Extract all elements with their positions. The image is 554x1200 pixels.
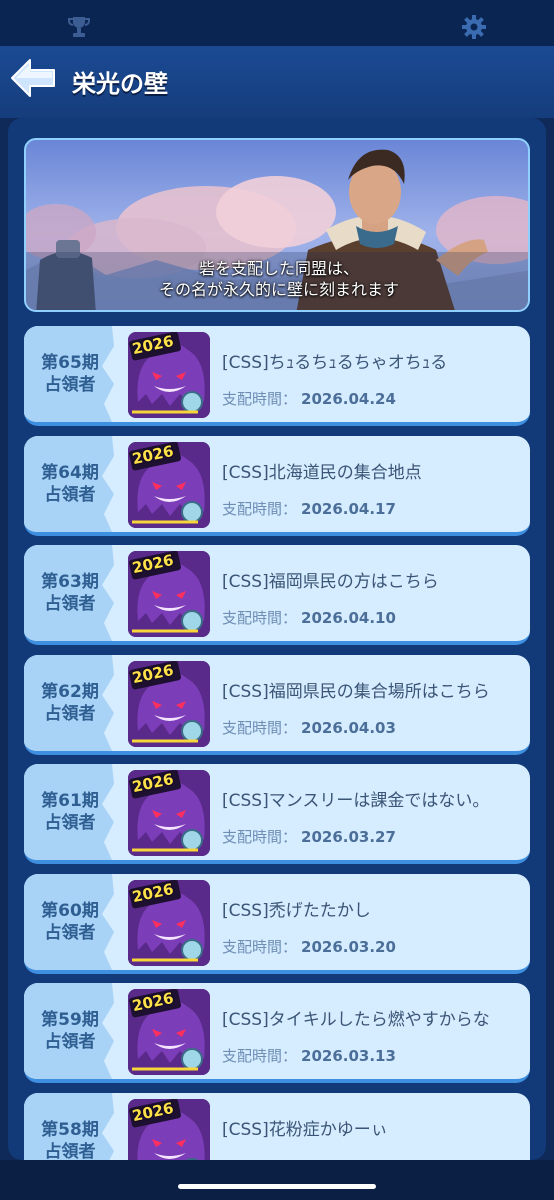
alliance-emblem: 2026 bbox=[128, 441, 210, 528]
period-label: 第60期 占領者 bbox=[30, 900, 110, 944]
page-title: 栄光の壁 bbox=[72, 70, 168, 98]
period-number: 第62期 bbox=[41, 681, 99, 702]
domination-time: 支配時間： 2026.04.24 bbox=[222, 388, 396, 409]
period-tab: 第65期 占領者 bbox=[24, 326, 120, 422]
occupier-card[interactable]: 第61期 占領者 2026 [CSS]マンスリーは課金ではない。 支配時間： 20… bbox=[24, 764, 530, 864]
alliance-name: [CSS]ちｭるちｭるちゃオちｭる bbox=[222, 353, 448, 373]
gear-icon[interactable] bbox=[461, 14, 487, 40]
period-role: 占領者 bbox=[44, 813, 96, 833]
period-tab: 第64期 占領者 bbox=[24, 435, 120, 532]
domination-time: 支配時間： 2026.04.10 bbox=[222, 607, 396, 628]
header: 栄光の壁 bbox=[0, 46, 554, 118]
period-role: 占領者 bbox=[44, 594, 96, 614]
period-tab: 第59期 占領者 bbox=[24, 983, 120, 1079]
occupier-card[interactable]: 第59期 占領者 2026 [CSS]タイキルしたら燃やすからな 支配時間： 20… bbox=[24, 983, 530, 1083]
period-label: 第58期 占領者 bbox=[30, 1119, 110, 1161]
domination-time: 支配時間： 2026.03.20 bbox=[222, 936, 396, 957]
period-tab: 第60期 占領者 bbox=[24, 873, 120, 970]
alliance-name: [CSS]マンスリーは課金ではない。 bbox=[222, 791, 490, 811]
alliance-emblem: 2026 bbox=[128, 660, 210, 747]
alliance-name: [CSS]福岡県民の方はこちら bbox=[222, 572, 439, 592]
occupier-card[interactable]: 第64期 占領者 2026 [CSS]北海道民の集合地点 支配時間： 2026.0… bbox=[24, 435, 530, 536]
domination-label: 支配時間： bbox=[222, 1047, 298, 1065]
wall-of-glory-panel[interactable]: 砦を支配した同盟は、 その名が永久的に壁に刻まれます 第65期 占領者 2026… bbox=[8, 118, 546, 1160]
alliance-name: [CSS]福岡県民の集合場所はこちら bbox=[222, 681, 490, 702]
period-number: 第64期 bbox=[41, 462, 99, 483]
period-label: 第61期 占領者 bbox=[30, 790, 110, 834]
period-tab: 第62期 占領者 bbox=[24, 654, 120, 751]
alliance-emblem: 2026 bbox=[128, 770, 210, 856]
period-tab: 第58期 占領者 bbox=[24, 1092, 120, 1161]
domination-date: 2026.03.13 bbox=[301, 1047, 396, 1065]
alliance-emblem: 2026 bbox=[128, 989, 210, 1075]
alliance-name: [CSS]北海道民の集合地点 bbox=[222, 462, 422, 483]
occupier-card[interactable]: 第60期 占領者 2026 [CSS]禿げたたかし 支配時間： 2026.03.2… bbox=[24, 873, 530, 974]
period-role: 占領者 bbox=[44, 703, 96, 724]
domination-time: 支配時間： 2026.03.27 bbox=[222, 826, 396, 847]
domination-label: 支配時間： bbox=[222, 609, 298, 627]
period-number: 第58期 bbox=[41, 1119, 99, 1140]
top-bar bbox=[0, 0, 554, 46]
alliance-emblem: 2026 bbox=[128, 551, 210, 637]
alliance-emblem: 2026 bbox=[128, 879, 210, 966]
period-number: 第63期 bbox=[41, 572, 99, 592]
domination-date: 2026.04.10 bbox=[301, 609, 396, 627]
domination-label: 支配時間： bbox=[222, 828, 298, 846]
banner-line-1: 砦を支配した同盟は、 bbox=[198, 259, 359, 278]
period-role: 占領者 bbox=[44, 922, 96, 943]
bottom-bar bbox=[0, 1160, 554, 1200]
occupier-card[interactable]: 第62期 占領者 2026 [CSS]福岡県民の集合場所はこちら 支配時間： 20… bbox=[24, 654, 530, 755]
domination-time: 支配時間： 2026.04.17 bbox=[222, 498, 396, 519]
period-label: 第59期 占領者 bbox=[30, 1009, 110, 1053]
alliance-emblem: 2026 bbox=[128, 1098, 210, 1160]
period-label: 第62期 占領者 bbox=[30, 681, 110, 725]
period-number: 第60期 bbox=[41, 900, 99, 921]
domination-time: 支配時間： 2026.03.13 bbox=[222, 1045, 396, 1066]
domination-date: 2026.04.17 bbox=[301, 499, 396, 518]
domination-date: 2026.03.20 bbox=[301, 937, 396, 956]
occupier-card[interactable]: 第58期 占領者 2026 [CSS]花粉症かゆーぃ bbox=[24, 1092, 530, 1161]
period-label: 第65期 占領者 bbox=[30, 352, 110, 396]
period-number: 第65期 bbox=[41, 353, 99, 373]
alliance-name: [CSS]タイキルしたら燃やすからな bbox=[222, 1010, 490, 1030]
domination-date: 2026.04.24 bbox=[301, 390, 396, 408]
domination-label: 支配時間： bbox=[222, 718, 298, 737]
period-tab: 第63期 占領者 bbox=[24, 545, 120, 641]
period-label: 第64期 占領者 bbox=[30, 462, 110, 506]
period-role: 占領者 bbox=[44, 375, 96, 395]
alliance-name: [CSS]禿げたたかし bbox=[222, 900, 371, 921]
domination-label: 支配時間： bbox=[222, 937, 298, 956]
period-role: 占領者 bbox=[44, 484, 96, 505]
alliance-emblem: 2026 bbox=[128, 332, 210, 418]
domination-label: 支配時間： bbox=[222, 390, 298, 408]
occupier-card[interactable]: 第63期 占領者 2026 [CSS]福岡県民の方はこちら 支配時間： 2026.… bbox=[24, 545, 530, 645]
period-tab: 第61期 占領者 bbox=[24, 764, 120, 860]
domination-date: 2026.04.03 bbox=[301, 718, 396, 737]
alliance-name: [CSS]花粉症かゆーぃ bbox=[222, 1119, 388, 1140]
domination-time: 支配時間： 2026.04.03 bbox=[222, 717, 396, 738]
period-number: 第61期 bbox=[41, 791, 99, 811]
domination-date: 2026.03.27 bbox=[301, 828, 396, 846]
domination-label: 支配時間： bbox=[222, 499, 298, 518]
banner-caption: 砦を支配した同盟は、 その名が永久的に壁に刻まれます bbox=[26, 258, 528, 300]
banner-line-2: その名が永久的に壁に刻まれます bbox=[158, 280, 399, 299]
period-number: 第59期 bbox=[41, 1010, 99, 1030]
trophy-icon[interactable] bbox=[66, 14, 92, 40]
occupier-card[interactable]: 第65期 占領者 2026 [CSS]ちｭるちｭるちゃオちｭる 支配時間： 202… bbox=[24, 326, 530, 426]
period-label: 第63期 占領者 bbox=[30, 571, 110, 615]
period-role: 占領者 bbox=[44, 1032, 96, 1052]
period-role: 占領者 bbox=[44, 1141, 96, 1161]
hero-banner: 砦を支配した同盟は、 その名が永久的に壁に刻まれます bbox=[24, 138, 530, 312]
back-arrow-icon[interactable] bbox=[8, 56, 58, 100]
home-indicator[interactable] bbox=[178, 1184, 376, 1189]
